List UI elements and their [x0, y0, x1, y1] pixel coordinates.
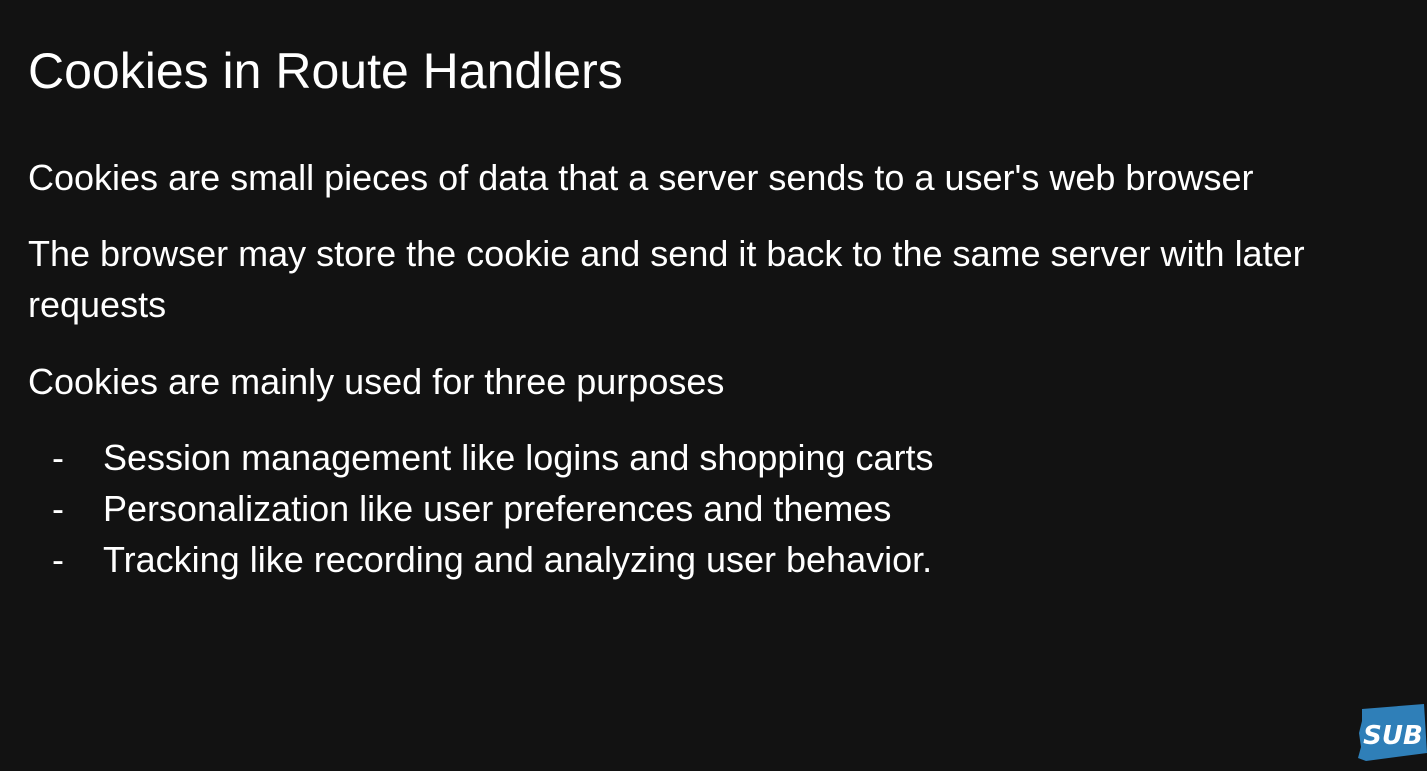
- subscribe-badge[interactable]: SUB: [1358, 703, 1427, 761]
- bullet-text: Session management like logins and shopp…: [103, 437, 934, 478]
- list-item: - Tracking like recording and analyzing …: [28, 534, 934, 585]
- bullet-dash: -: [52, 437, 64, 478]
- subscribe-badge-icon: SUB: [1358, 704, 1427, 761]
- list-item: - Session management like logins and sho…: [28, 432, 934, 483]
- bullet-dash: -: [52, 488, 64, 529]
- bullet-text: Personalization like user preferences an…: [103, 488, 892, 529]
- bullet-dash: -: [52, 539, 64, 580]
- paragraph-cookie-definition: Cookies are small pieces of data that a …: [28, 157, 1254, 198]
- slide: Cookies in Route Handlers Cookies are sm…: [0, 0, 1427, 771]
- slide-title: Cookies in Route Handlers: [28, 43, 623, 99]
- paragraph-browser-storage: The browser may store the cookie and sen…: [28, 233, 1305, 325]
- list-item: - Personalization like user preferences …: [28, 483, 934, 534]
- purposes-list: - Session management like logins and sho…: [28, 432, 934, 585]
- paragraph-purposes-intro: Cookies are mainly used for three purpos…: [28, 361, 725, 402]
- subscribe-badge-label: SUB: [1363, 721, 1423, 751]
- bullet-text: Tracking like recording and analyzing us…: [103, 539, 933, 580]
